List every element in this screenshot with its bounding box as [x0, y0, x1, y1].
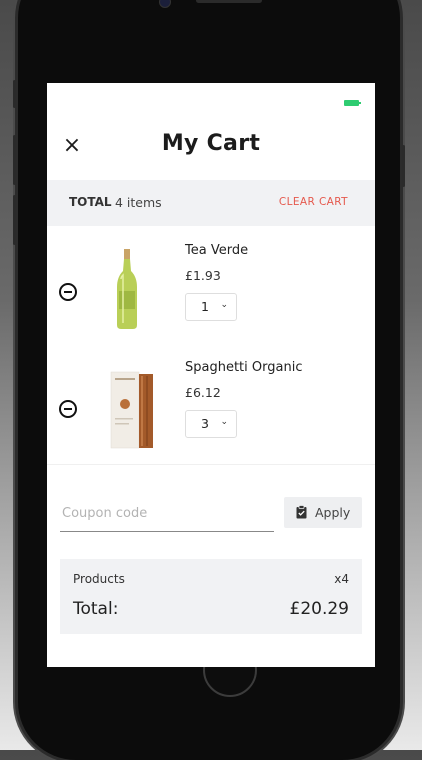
remove-item-icon[interactable] — [59, 283, 77, 301]
quantity-value: 3 — [201, 416, 209, 431]
cart-header: × My Cart — [47, 125, 375, 169]
item-name: Tea Verde — [185, 243, 249, 258]
order-summary: Products x4 Total: £20.29 — [60, 559, 362, 634]
battery-icon — [344, 100, 361, 106]
quantity-select[interactable]: 1 ⌄ — [185, 293, 237, 321]
quantity-select[interactable]: 3 ⌄ — [185, 410, 237, 438]
total-value: £20.29 — [289, 599, 349, 619]
page-title: My Cart — [161, 131, 261, 156]
chevron-down-icon: ⌄ — [220, 300, 228, 310]
divider — [47, 464, 375, 465]
clear-cart-button[interactable]: CLEAR CART — [279, 196, 348, 208]
chevron-down-icon: ⌄ — [220, 417, 228, 427]
spaghetti-box-icon — [110, 371, 153, 449]
cart-total-bar: TOTAL 4 items CLEAR CART — [47, 180, 375, 226]
volume-up-button — [13, 135, 16, 185]
clipboard-check-icon — [296, 505, 307, 519]
total-label: TOTAL — [69, 195, 112, 209]
green-tea-bottle-icon — [117, 249, 137, 329]
power-button — [402, 145, 405, 187]
item-price: £6.12 — [185, 385, 221, 400]
item-name: Spaghetti Organic — [185, 360, 303, 375]
products-count: x4 — [334, 572, 349, 586]
earpiece-speaker — [196, 0, 262, 3]
item-price: £1.93 — [185, 268, 221, 283]
cart-item-spaghetti-organic: Spaghetti Organic £6.12 3 ⌄ — [47, 350, 375, 460]
apply-label: Apply — [315, 505, 351, 520]
mute-switch — [13, 80, 16, 108]
cart-item-tea-verde: Tea Verde £1.93 1 ⌄ — [47, 233, 375, 343]
products-label: Products — [73, 572, 125, 586]
coupon-code-input[interactable] — [60, 496, 274, 532]
apply-coupon-button[interactable]: Apply — [284, 497, 362, 528]
app-screen: × My Cart TOTAL 4 items CLEAR CART Tea V… — [47, 83, 375, 667]
volume-down-button — [13, 195, 16, 245]
quantity-value: 1 — [201, 299, 209, 314]
remove-item-icon[interactable] — [59, 400, 77, 418]
total-label: Total: — [73, 599, 119, 619]
total-items-count: 4 items — [115, 195, 162, 210]
front-camera — [159, 0, 171, 8]
